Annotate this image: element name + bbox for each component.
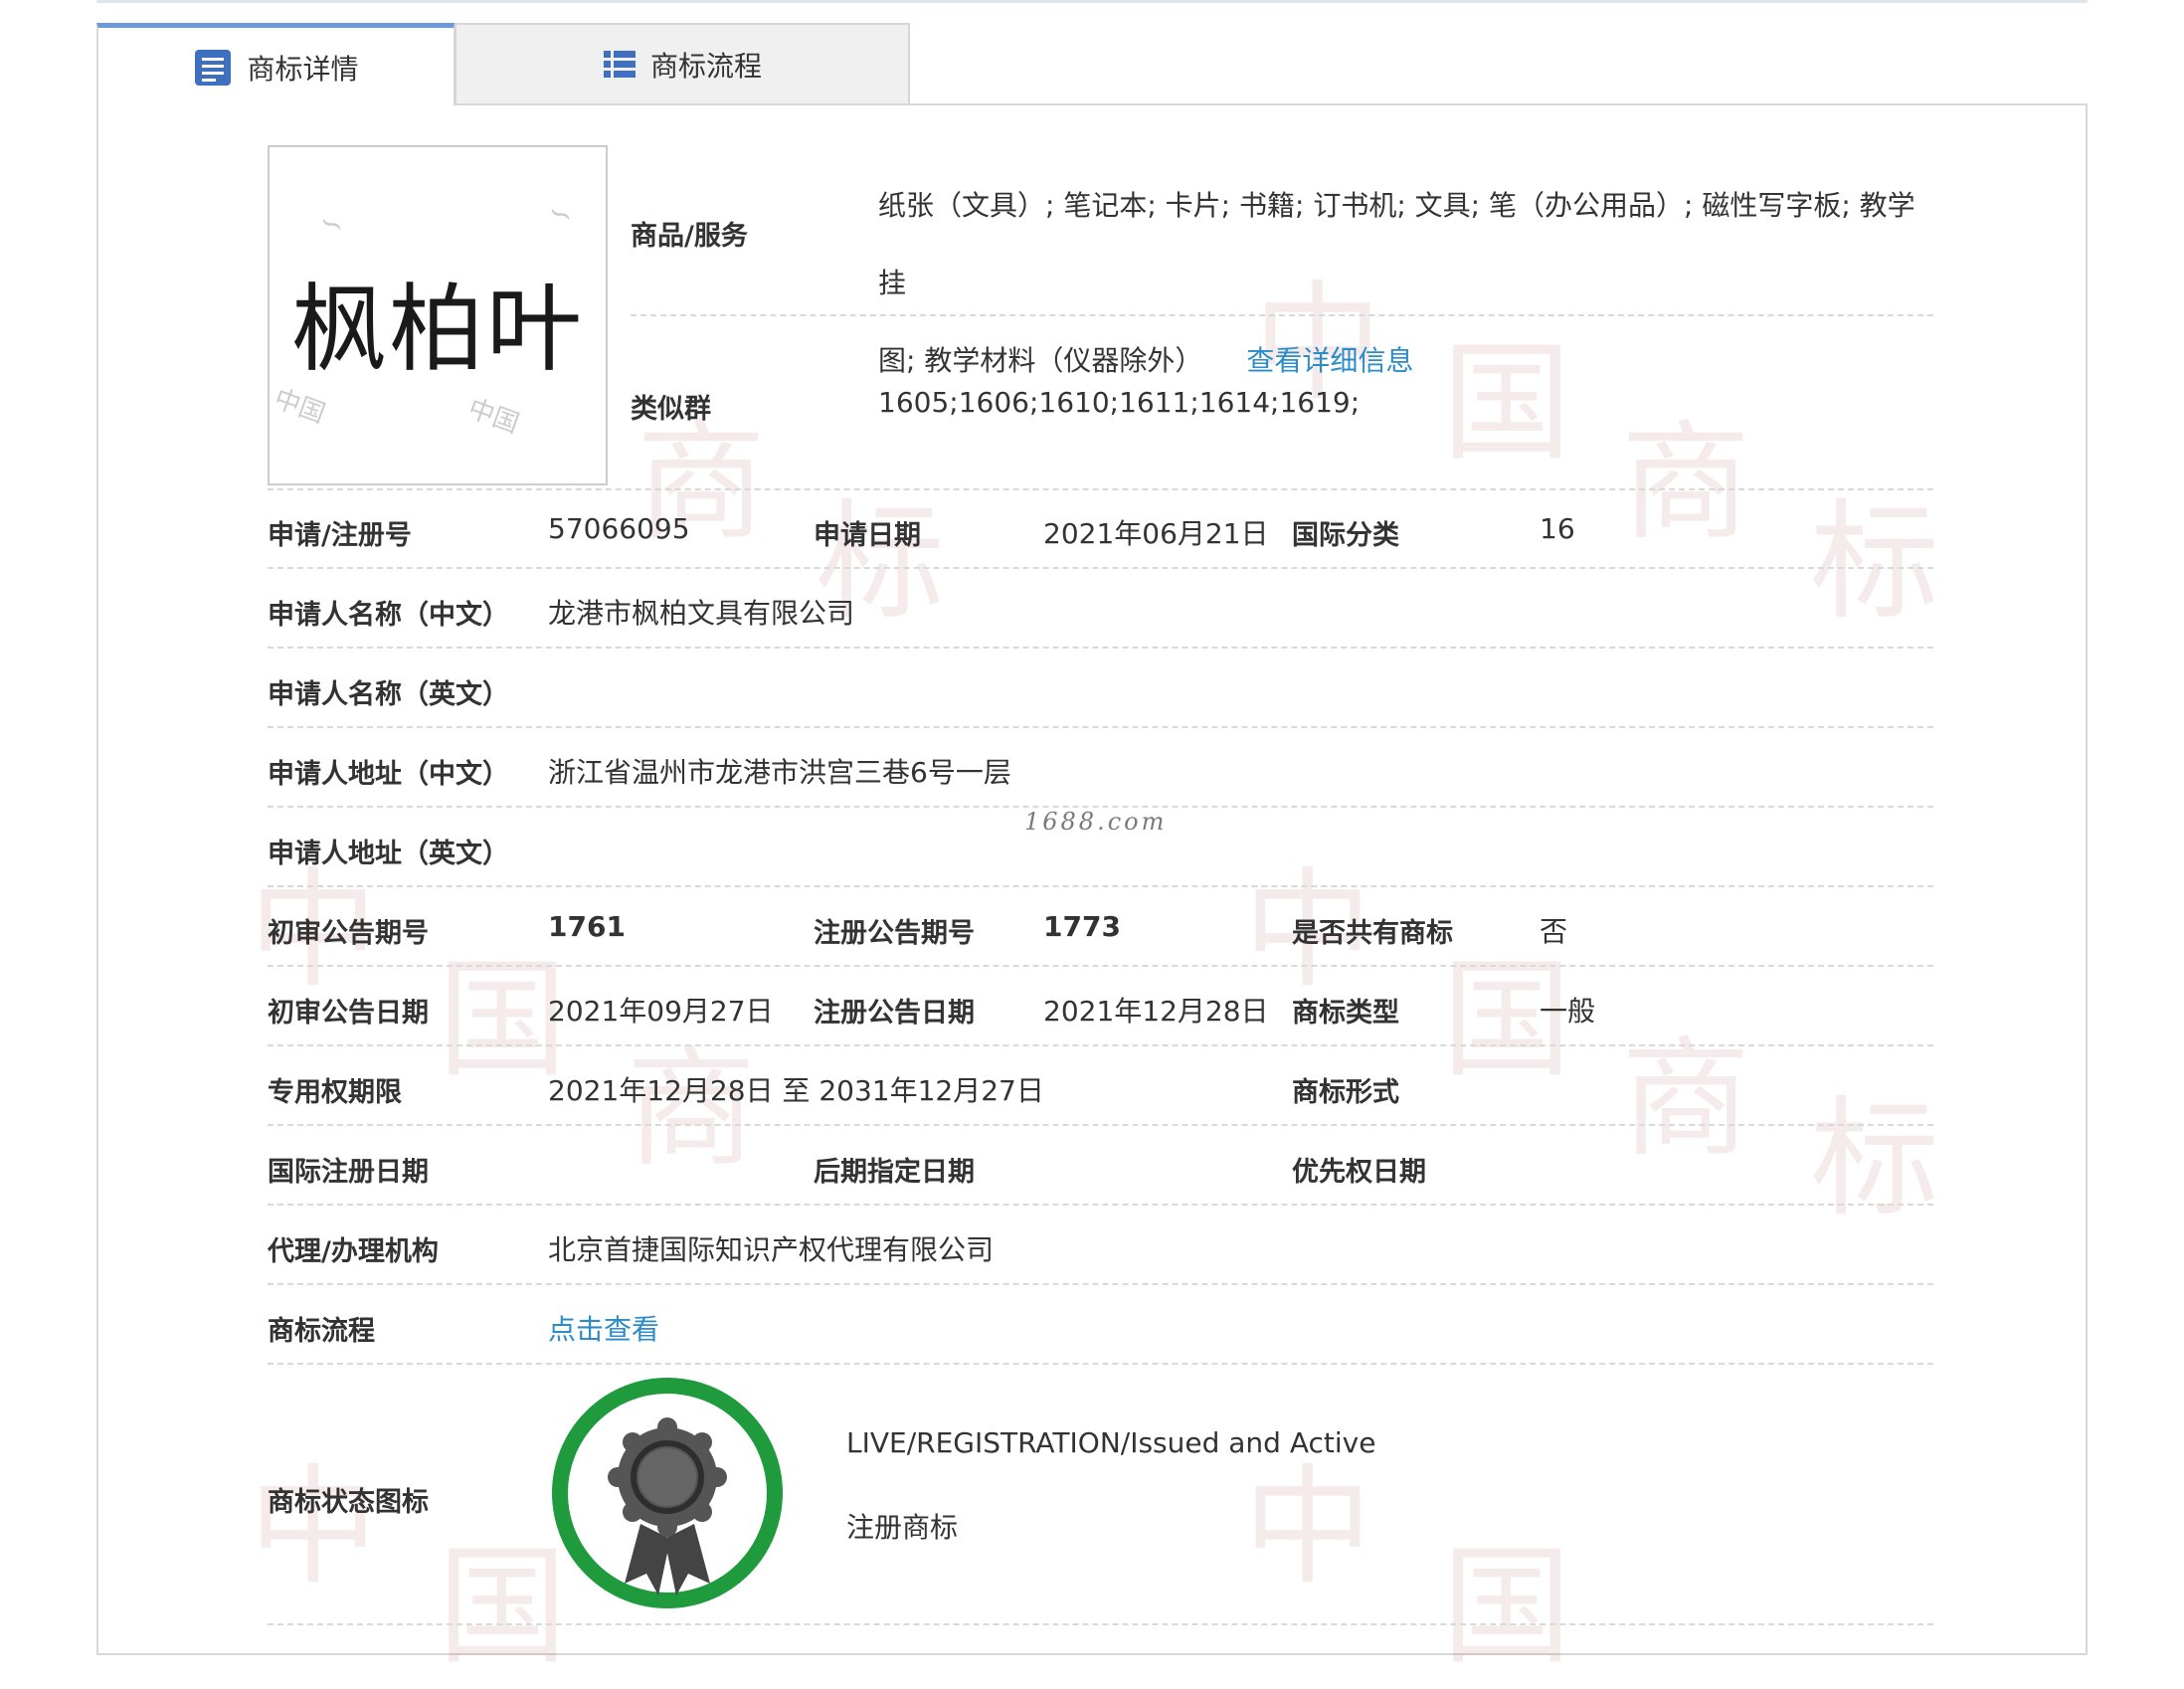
tab-trademark-process[interactable]: 商标流程 [455,23,910,104]
shared-label: 是否共有商标 [1292,918,1453,949]
reg-no-label: 申请/注册号 [268,520,412,551]
status-en-value: LIVE/REGISTRATION/Issued and Active [846,1426,1376,1459]
divider [268,488,1933,490]
shared-value: 否 [1540,915,1568,948]
list-icon [603,48,637,82]
divider [268,1363,1933,1365]
divider [268,647,1933,649]
status-icon-label: 商标状态图标 [268,1487,429,1518]
divider [268,1124,1933,1126]
trademark-image: ∽ ∽ 中国 中国 枫柏叶 [268,145,608,485]
tab-trademark-process-label: 商标流程 [649,50,762,83]
later-date-label: 后期指定日期 [814,1157,975,1188]
applicant-cn-value: 龙港市枫柏文具有限公司 [548,597,855,630]
process-view-link[interactable]: 点击查看 [548,1308,659,1348]
tm-type-label: 商标类型 [1292,998,1399,1029]
intl-class-value: 16 [1540,512,1575,545]
similar-group-value: 1605;1606;1610;1611;1614;1619; [878,386,1361,419]
exclusive-value: 2021年12月28日 至 2031年12月27日 [548,1074,1044,1107]
similar-group-label: 类似群 [631,394,711,425]
reg-pub-date-label: 注册公告日期 [814,998,975,1029]
reg-no-value: 57066095 [548,512,690,545]
divider [268,1623,1933,1625]
agent-label: 代理/办理机构 [268,1236,439,1267]
apply-date-label: 申请日期 [814,520,921,551]
view-detail-link[interactable]: 查看详细信息 [1246,344,1413,377]
priority-date-label: 优先权日期 [1292,1157,1426,1188]
intl-class-label: 国际分类 [1292,520,1399,551]
divider [268,885,1933,887]
goods-label: 商品/服务 [631,221,748,252]
divider [268,726,1933,728]
address-cn-label: 申请人地址（中文） [268,759,509,790]
tab-trademark-detail-label: 商标详情 [247,52,359,86]
divider [268,1283,1933,1285]
document-list-icon [193,48,233,88]
process-label: 商标流程 [268,1316,375,1347]
reg-pub-no-label: 注册公告期号 [814,918,975,949]
divider [268,965,1933,967]
divider [268,1204,1933,1206]
applicant-en-label: 申请人名称（英文） [268,679,509,710]
tab-trademark-detail[interactable]: 商标详情 [96,23,455,106]
divider [268,1044,1933,1046]
divider [268,567,1933,569]
reg-pub-no-value: 1773 [1043,910,1121,943]
apply-date-value: 2021年06月21日 [1043,517,1269,550]
prelim-date-label: 初审公告日期 [268,998,429,1029]
prelim-date-value: 2021年09月27日 [548,995,774,1028]
top-divider [96,0,2088,3]
tm-form-label: 商标形式 [1292,1077,1399,1108]
tm-type-value: 一般 [1540,995,1596,1028]
address-cn-value: 浙江省温州市龙港市洪宫三巷6号一层 [548,756,1011,789]
agent-value: 北京首捷国际知识产权代理有限公司 [548,1233,995,1266]
trademark-logo-text: 枫柏叶 [291,274,584,385]
exclusive-label: 专用权期限 [268,1077,402,1108]
applicant-cn-label: 申请人名称（中文） [268,600,509,631]
goods-services-value: 纸张（文具）; 笔记本; 卡片; 书籍; 订书机; 文具; 笔（办公用品）; 磁… [878,167,1932,400]
tab-bar: 商标详情 商标流程 [96,23,910,106]
goods-line-1: 纸张（文具）; 笔记本; 卡片; 书籍; 订书机; 文具; 笔（办公用品）; 磁… [878,189,1915,299]
prelim-no-label: 初审公告期号 [268,918,429,949]
intl-reg-date-label: 国际注册日期 [268,1157,429,1188]
goods-line-2-text: 图; 教学材料（仪器除外） [878,344,1203,377]
site-watermark: 1688.com [1024,808,1168,836]
logo-watermark: 中国 [463,393,523,440]
prelim-no-value: 1761 [548,910,626,943]
status-cn-value: 注册商标 [846,1511,959,1544]
divider [631,314,1933,316]
address-en-label: 申请人地址（英文） [268,839,509,869]
registered-medal-icon [549,1375,786,1611]
reg-pub-date-value: 2021年12月28日 [1043,995,1269,1028]
